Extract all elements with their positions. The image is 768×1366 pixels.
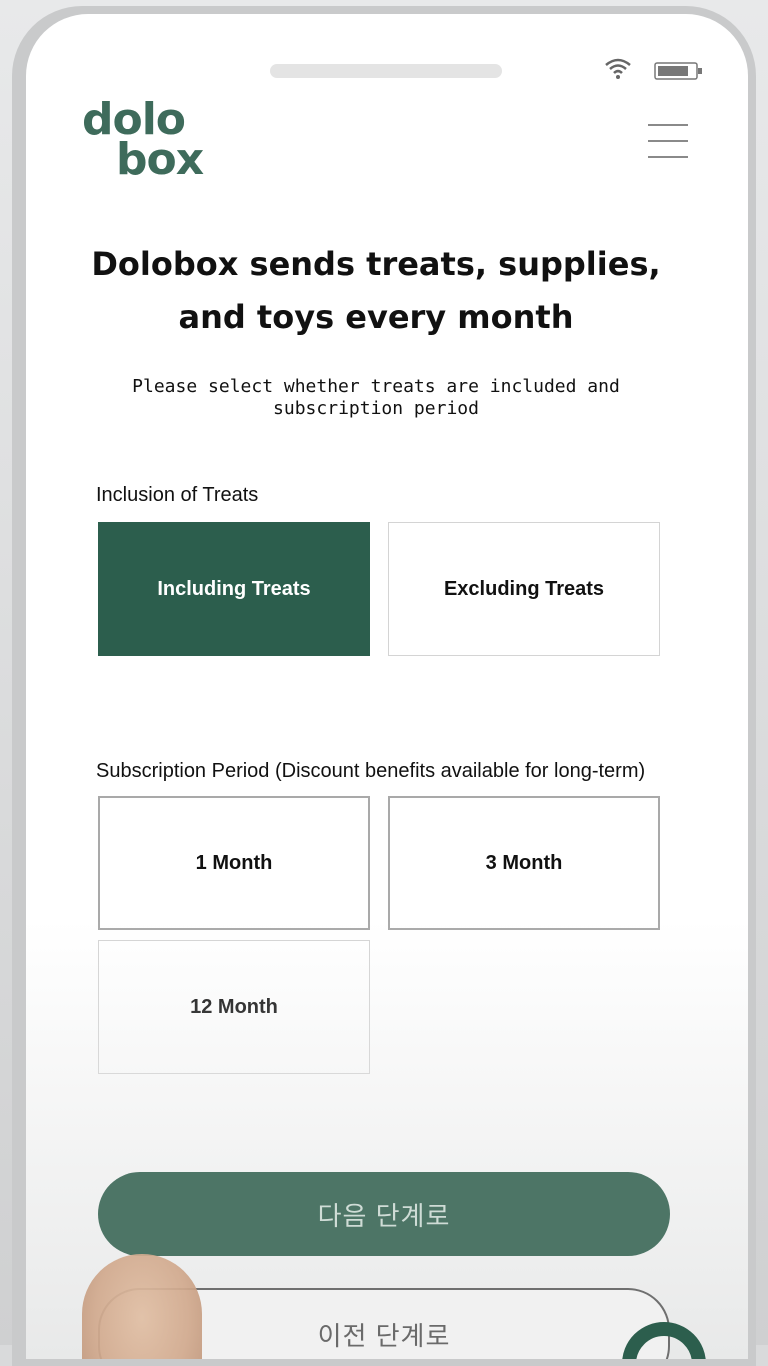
excluding-treats-option[interactable]: Excluding Treats	[388, 522, 660, 656]
dolobox-logo[interactable]: dolo box	[82, 98, 232, 190]
hamburger-icon-line	[648, 156, 688, 158]
next-step-button[interactable]: 다음 단계로	[98, 1172, 670, 1256]
phone-body: dolo box Dolobox sends treats, supplies,…	[12, 6, 756, 1366]
finger-overlay	[82, 1254, 202, 1359]
hamburger-icon-line	[648, 140, 688, 142]
menu-button[interactable]	[648, 124, 688, 158]
phone-frame: dolo box Dolobox sends treats, supplies,…	[0, 0, 768, 1366]
period-12-month-option[interactable]: 12 Month	[98, 940, 370, 1074]
battery-icon	[654, 62, 702, 80]
page-headline: Dolobox sends treats, supplies, and toys…	[91, 245, 661, 336]
treats-section-label: Inclusion of Treats	[96, 484, 259, 506]
period-1-month-option[interactable]: 1 Month	[98, 796, 370, 930]
period-3-month-option[interactable]: 3 Month	[388, 796, 660, 930]
subscription-period-label: Subscription Period (Discount benefits a…	[96, 760, 646, 782]
including-treats-option[interactable]: Including Treats	[98, 522, 370, 656]
wifi-icon	[605, 58, 631, 79]
app-screen: dolo box Dolobox sends treats, supplies,…	[26, 14, 748, 1359]
hamburger-icon-line	[648, 124, 688, 126]
page-instructions: Please select whether treats are include…	[132, 376, 620, 419]
logo-line-box: box	[116, 134, 204, 185]
speaker-notch	[270, 64, 502, 78]
